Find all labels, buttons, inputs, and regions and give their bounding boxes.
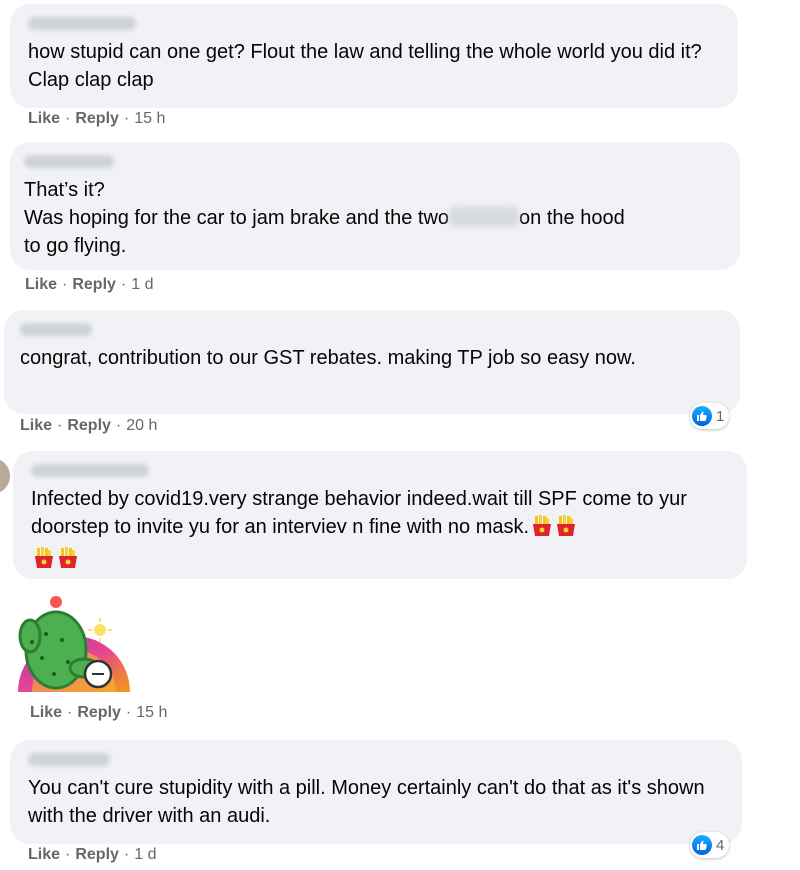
comment-text: That’s it? Was hoping for the car to jam…: [24, 179, 625, 257]
comment-bubble: how stupid can one get? Flout the law an…: [10, 4, 738, 108]
french-fries-emoji: [555, 515, 577, 545]
censored-word: [449, 207, 520, 227]
comment-actions: Like · Reply · 15 h: [30, 704, 168, 721]
like-link[interactable]: Like: [20, 417, 52, 434]
reply-link[interactable]: Reply: [67, 417, 111, 434]
comment-text: congrat, contribution to our GST rebates…: [20, 347, 636, 369]
comment-time: 1 d: [134, 846, 157, 863]
reaction-badge[interactable]: 1: [690, 403, 730, 429]
avatar[interactable]: [0, 458, 10, 494]
thumbs-up-icon: [692, 406, 712, 426]
like-link[interactable]: Like: [30, 704, 62, 721]
comment-author-blurred: [28, 753, 110, 766]
french-fries-emoji: [33, 547, 55, 577]
french-fries-emoji: [531, 515, 553, 545]
french-fries-emoji: [57, 547, 79, 577]
comment-author-blurred: [24, 155, 114, 168]
reply-link[interactable]: Reply: [72, 276, 116, 293]
comment-bubble: You can't cure stupidity with a pill. Mo…: [10, 740, 742, 844]
comment-text: You can't cure stupidity with a pill. Mo…: [28, 777, 705, 827]
comment-time: 1 d: [131, 276, 154, 293]
comment-time: 20 h: [126, 417, 158, 434]
comment-actions: Like · Reply · 20 h: [20, 417, 158, 434]
reply-link[interactable]: Reply: [77, 704, 121, 721]
comment-author-blurred: [31, 464, 149, 477]
cactus-sticker: [12, 588, 130, 698]
comment-actions: Like · Reply · 1 d: [25, 276, 154, 293]
comment-actions: Like · Reply · 1 d: [28, 846, 157, 863]
like-link[interactable]: Like: [28, 110, 60, 127]
comment-text: how stupid can one get? Flout the law an…: [28, 41, 702, 91]
reaction-count: 1: [716, 407, 725, 425]
comment-author-blurred: [28, 17, 136, 30]
comment-bubble: congrat, contribution to our GST rebates…: [4, 310, 740, 414]
comment-author-blurred: [20, 323, 92, 336]
reaction-count: 4: [716, 836, 725, 854]
reply-link[interactable]: Reply: [75, 110, 119, 127]
thumbs-up-icon: [692, 835, 712, 855]
reaction-badge[interactable]: 4: [690, 832, 730, 858]
like-link[interactable]: Like: [25, 276, 57, 293]
reply-link[interactable]: Reply: [75, 846, 119, 863]
comment-text: Infected by covid19.very strange behavio…: [31, 485, 731, 577]
comment-bubble: Infected by covid19.very strange behavio…: [13, 451, 747, 579]
comment-actions: Like · Reply · 15 h: [28, 110, 166, 127]
comment-time: 15 h: [136, 704, 168, 721]
like-link[interactable]: Like: [28, 846, 60, 863]
comment-bubble: That’s it? Was hoping for the car to jam…: [10, 142, 740, 270]
comment-time: 15 h: [134, 110, 166, 127]
